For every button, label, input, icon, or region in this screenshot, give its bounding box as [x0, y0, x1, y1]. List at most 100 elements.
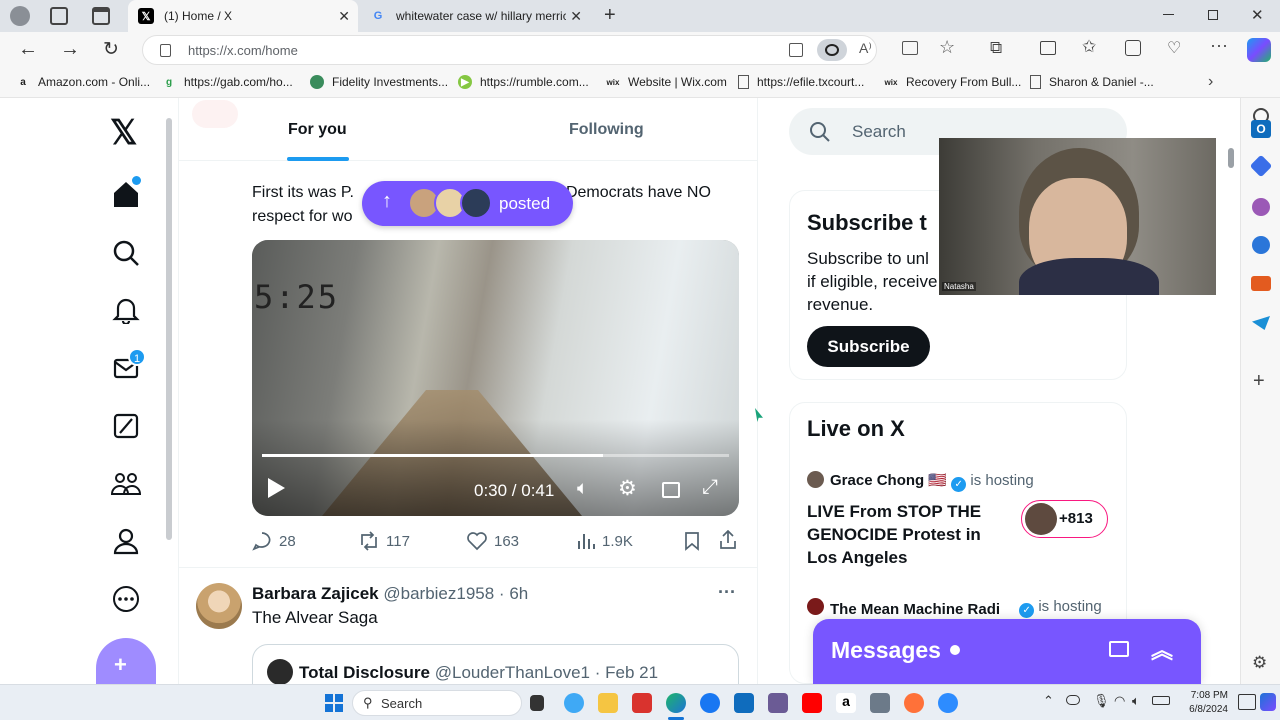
- tab-x-home[interactable]: 𝕏 (1) Home / X ✕: [128, 0, 358, 32]
- bookmark-item[interactable]: Fidelity Investments...: [310, 75, 448, 89]
- extensions-icon[interactable]: ⧉: [990, 38, 1002, 58]
- mcafee-icon[interactable]: [632, 693, 652, 713]
- messages-envelope-icon[interactable]: 1: [108, 348, 146, 386]
- communities-icon[interactable]: [108, 466, 144, 502]
- onedrive-icon[interactable]: [1066, 695, 1080, 705]
- copilot-taskbar-icon[interactable]: [564, 693, 584, 713]
- chevron-right-icon[interactable]: ›: [1208, 73, 1213, 91]
- tracking-prevention-icon[interactable]: [817, 39, 847, 61]
- live-host-row[interactable]: The Mean Machine Radi ✓ is hosting: [830, 598, 1102, 618]
- copilot-tray-icon[interactable]: [1260, 693, 1276, 711]
- firefox-icon[interactable]: [904, 693, 924, 713]
- play-icon[interactable]: [268, 478, 285, 498]
- battery-icon[interactable]: [1152, 696, 1170, 705]
- picture-in-picture-icon[interactable]: [662, 482, 680, 498]
- games-icon[interactable]: [1252, 198, 1270, 216]
- bookmark-icon[interactable]: [684, 531, 700, 551]
- telegram-icon[interactable]: [1252, 316, 1270, 330]
- x-logo-icon[interactable]: 𝕏: [110, 116, 137, 150]
- wifi-icon[interactable]: ◠: [1114, 693, 1125, 709]
- volume-icon[interactable]: 🔈︎: [577, 478, 588, 500]
- copilot-icon[interactable]: [1247, 38, 1271, 62]
- photos-icon[interactable]: [768, 693, 788, 713]
- more-menu-icon[interactable]: ···: [1210, 35, 1228, 56]
- compose-post-button[interactable]: +: [96, 638, 156, 684]
- tools-icon[interactable]: [1251, 276, 1271, 291]
- live-host-row[interactable]: Grace Chong 🇺🇸 ✓ is hosting: [830, 471, 1034, 492]
- outlook-taskbar-icon[interactable]: [734, 693, 754, 713]
- clock[interactable]: 7:08 PM 6/8/2024: [1172, 689, 1228, 717]
- profile-icon[interactable]: [10, 6, 30, 26]
- video-progress-track[interactable]: [262, 454, 729, 457]
- page-scrollbar[interactable]: [166, 118, 172, 540]
- views-button[interactable]: 1.9K: [576, 531, 633, 551]
- tab-actions-icon[interactable]: [92, 7, 110, 25]
- fullscreen-icon[interactable]: ⤢: [702, 476, 718, 499]
- address-bar[interactable]: https://x.com/home A⁾: [142, 35, 877, 65]
- task-view-icon[interactable]: [530, 695, 544, 711]
- split-screen-icon[interactable]: [1040, 41, 1056, 55]
- speaker-icon[interactable]: 🔈︎: [1132, 693, 1140, 709]
- new-posts-pill[interactable]: ↑ posted: [362, 181, 573, 226]
- browser-essentials-icon[interactable]: ♡: [1167, 38, 1181, 58]
- windows-start-icon[interactable]: [325, 694, 343, 712]
- tab-google-search[interactable]: G whitewater case w/ hillary merric ✕: [360, 0, 590, 32]
- listener-count-pill[interactable]: +813: [1021, 500, 1108, 538]
- minimize-icon[interactable]: [1163, 14, 1174, 15]
- edge-icon[interactable]: [666, 693, 686, 713]
- tray-chevron-icon[interactable]: ⌃: [1043, 693, 1054, 709]
- more-options-icon[interactable]: [108, 581, 144, 617]
- close-window-icon[interactable]: ✕: [1251, 6, 1264, 24]
- refresh-icon[interactable]: ↻: [103, 38, 119, 61]
- author-name[interactable]: Barbara Zajicek: [252, 584, 379, 603]
- new-tab-icon[interactable]: +: [604, 4, 616, 27]
- amazon-taskbar-icon[interactable]: a: [836, 693, 856, 713]
- subscribe-button[interactable]: Subscribe: [807, 326, 930, 367]
- bookmark-item[interactable]: wix Website | Wix.com: [606, 75, 727, 89]
- bookmark-item[interactable]: a Amazon.com - Onli...: [16, 75, 150, 89]
- avatar[interactable]: [196, 583, 242, 629]
- back-icon[interactable]: ←: [18, 38, 38, 61]
- reply-button[interactable]: 28: [252, 531, 296, 551]
- repost-button[interactable]: 117: [358, 531, 410, 551]
- facebook-icon[interactable]: [700, 693, 720, 713]
- workspaces-icon[interactable]: [50, 7, 68, 25]
- maximize-icon[interactable]: [1208, 10, 1218, 20]
- video-player[interactable]: 5:25 0:30 / 0:41 🔈︎ ⚙ ⤢: [252, 240, 739, 516]
- like-button[interactable]: 163: [467, 531, 519, 551]
- outlook-icon[interactable]: O: [1251, 120, 1271, 138]
- share-icon[interactable]: [719, 530, 737, 550]
- favorite-star-icon[interactable]: ☆: [939, 37, 955, 58]
- profile-icon[interactable]: [108, 523, 144, 559]
- new-message-icon[interactable]: [1109, 641, 1129, 657]
- bookmark-item[interactable]: https://efile.txcourt...: [738, 75, 864, 89]
- grok-icon[interactable]: [108, 408, 144, 444]
- microphone-icon[interactable]: 🎙︎: [1093, 693, 1110, 709]
- author-handle[interactable]: @barbiez1958 · 6h: [383, 584, 528, 603]
- notifications-bell-icon[interactable]: [108, 292, 144, 328]
- app-available-icon[interactable]: [789, 43, 803, 57]
- sidebar-settings-icon[interactable]: ⚙: [1252, 653, 1267, 673]
- search-icon[interactable]: [108, 235, 144, 271]
- messages-drawer[interactable]: Messages ︽: [813, 619, 1201, 684]
- close-tab-icon[interactable]: ✕: [570, 8, 582, 25]
- immersive-reader-icon[interactable]: [902, 41, 918, 55]
- microsoft-365-icon[interactable]: [1252, 236, 1270, 254]
- home-icon[interactable]: [108, 176, 144, 212]
- bookmark-item[interactable]: g https://gab.com/ho...: [162, 75, 293, 89]
- zoom-icon[interactable]: [938, 693, 958, 713]
- tab-for-you[interactable]: For you: [288, 121, 347, 139]
- taskbar-search-box[interactable]: ⚲ Search: [352, 690, 522, 716]
- file-explorer-icon[interactable]: [598, 693, 618, 713]
- post-more-icon[interactable]: ···: [718, 582, 736, 603]
- live-space-title[interactable]: LIVE From STOP THE GENOCIDE Protest in L…: [807, 500, 1007, 569]
- youtube-icon[interactable]: [802, 693, 822, 713]
- bookmark-item[interactable]: ▶ https://rumble.com...: [458, 75, 589, 89]
- collections-icon[interactable]: [1125, 40, 1141, 56]
- right-scrollbar[interactable]: [1228, 148, 1234, 168]
- forward-icon[interactable]: →: [60, 38, 80, 61]
- tab-following[interactable]: Following: [569, 121, 644, 139]
- bookmark-item[interactable]: wix Recovery From Bull...: [884, 75, 1022, 89]
- add-sidebar-app-icon[interactable]: +: [1253, 370, 1265, 393]
- expand-chevron-icon[interactable]: ︽: [1151, 633, 1173, 665]
